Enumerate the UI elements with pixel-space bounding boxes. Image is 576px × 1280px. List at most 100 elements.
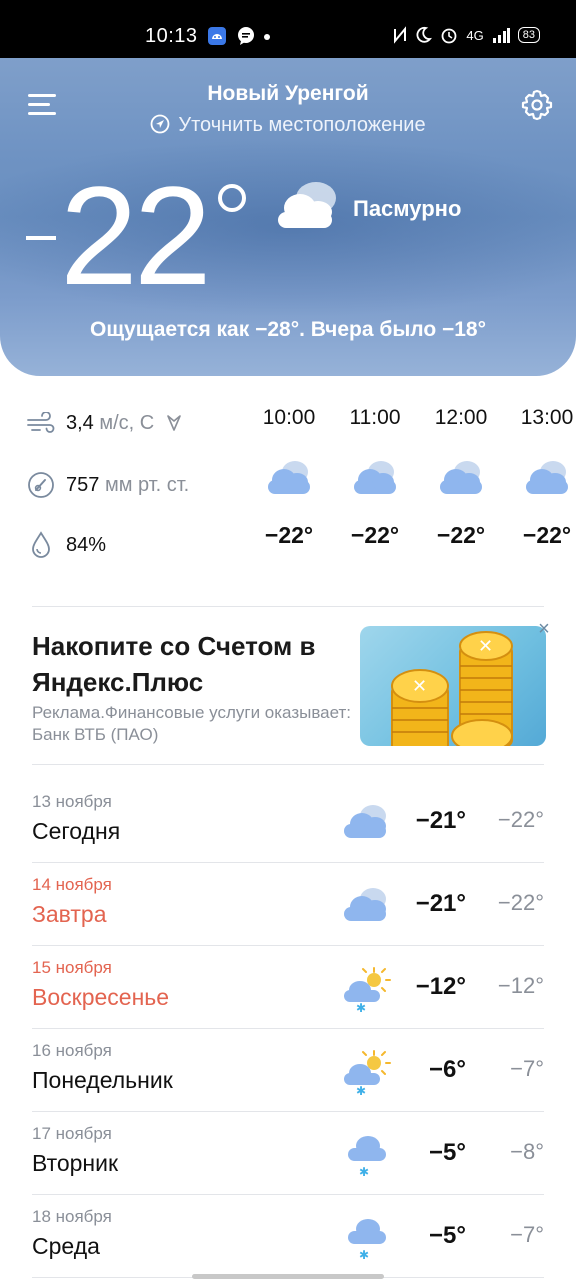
battery-indicator: 83 xyxy=(517,27,540,43)
day-date: 13 ноября xyxy=(32,792,112,811)
humidity-row: 84% xyxy=(24,528,106,562)
network-type: 4G xyxy=(466,27,484,43)
notification-dot-icon xyxy=(264,34,270,40)
day-high-temp: −5° xyxy=(429,1222,466,1249)
weather-details: 3,4 м/с, С 757 мм рт. ст. 84% 10:00 −22° xyxy=(0,376,576,606)
day-low-temp: −7° xyxy=(510,1222,544,1247)
hour-item: 11:00 −22° xyxy=(331,406,419,549)
status-time: 10:13 xyxy=(145,25,198,47)
status-bar: 10:13 4G 83 xyxy=(0,0,576,58)
divider xyxy=(32,606,544,607)
svg-text:✱: ✱ xyxy=(359,1165,369,1178)
day-high-temp: −21° xyxy=(415,807,466,834)
svg-text:✱: ✱ xyxy=(356,1001,366,1012)
message-icon xyxy=(238,27,254,45)
svg-text:✱: ✱ xyxy=(359,1248,369,1261)
humidity-value: 84% xyxy=(66,533,107,556)
temperature-minus-sign xyxy=(26,236,56,240)
pressure-gauge-icon xyxy=(28,472,54,498)
svg-text:✱: ✱ xyxy=(356,1084,366,1095)
pressure-row: 757 мм рт. ст. xyxy=(24,468,189,502)
refine-location-label: Уточнить местоположение xyxy=(178,114,426,136)
cloud-icon xyxy=(344,805,386,838)
sun-cloud-snow-icon: ✱ xyxy=(344,967,391,1012)
ad-disclaimer: Реклама.Финансовые услуги оказывает: Бан… xyxy=(32,703,352,744)
nfc-icon xyxy=(394,26,407,44)
wind-value: 3,4 xyxy=(66,411,94,434)
overcast-cloud-icon xyxy=(278,182,336,228)
moon-icon xyxy=(416,26,433,43)
ad-title[interactable]: Накопите со Счетом в Яндекс.Плюс xyxy=(32,628,352,700)
day-name: Воскресенье xyxy=(32,984,170,1010)
hour-temperature: −22° xyxy=(264,522,314,548)
hour-time: 12:00 xyxy=(434,406,488,429)
hour-time: 13:00 xyxy=(520,406,574,429)
home-indicator[interactable] xyxy=(192,1274,384,1279)
cloud-snow-icon: ✱ xyxy=(348,1219,386,1261)
humidity-drop-icon xyxy=(32,531,50,558)
day-high-temp: −5° xyxy=(429,1139,466,1166)
day-high-temp: −6° xyxy=(429,1056,466,1083)
hour-time: 11:00 xyxy=(349,406,401,429)
hour-item: 10:00 −22° xyxy=(245,406,333,549)
day-date: 15 ноября xyxy=(32,958,112,977)
day-low-temp: −8° xyxy=(510,1139,544,1164)
location-arrow-icon xyxy=(151,114,170,134)
hour-item: 13:00 −22° xyxy=(503,406,576,549)
day-low-temp: −22° xyxy=(497,890,544,915)
cloud-icon xyxy=(354,461,396,494)
hour-time: 10:00 xyxy=(262,406,316,429)
forecast-day-row[interactable]: 17 ноября Вторник ✱ −5° −8° xyxy=(32,1112,544,1195)
day-low-temp: −7° xyxy=(510,1056,544,1081)
cloud-icon xyxy=(526,461,568,494)
hour-temperature: −22° xyxy=(522,522,572,548)
condition-label: Пасмурно xyxy=(353,196,462,221)
day-name: Среда xyxy=(32,1233,100,1259)
current-temperature: 22 xyxy=(60,157,212,314)
advertisement-banner[interactable]: Накопите со Счетом в Яндекс.Плюс Реклама… xyxy=(32,619,550,750)
day-name: Понедельник xyxy=(32,1067,173,1093)
degree-symbol xyxy=(218,184,246,212)
hour-item: 12:00 −22° xyxy=(417,406,505,549)
wind-direction-icon xyxy=(167,415,182,431)
cloud-snow-icon: ✱ xyxy=(348,1136,386,1178)
day-name: Завтра xyxy=(32,901,107,927)
hour-temperature: −22° xyxy=(436,522,486,548)
divider xyxy=(32,764,544,765)
forecast-day-row[interactable]: 13 ноября Сегодня −21° −22° xyxy=(32,780,544,863)
day-high-temp: −12° xyxy=(415,973,466,1000)
day-high-temp: −21° xyxy=(415,890,466,917)
daily-forecast-list: 13 ноября Сегодня −21° −22° 14 ноября За… xyxy=(32,780,544,1278)
day-date: 16 ноября xyxy=(32,1041,112,1060)
signal-icon xyxy=(492,28,510,43)
android-app-icon xyxy=(208,27,226,45)
refine-location-link[interactable]: Уточнить местоположение xyxy=(0,114,576,137)
forecast-day-row[interactable]: 16 ноября Понедельник ✱ −6° −7° xyxy=(32,1029,544,1112)
svg-text:✕: ✕ xyxy=(478,636,493,657)
forecast-day-row[interactable]: 18 ноября Среда ✱ −5° −7° xyxy=(32,1195,544,1278)
svg-text:✕: ✕ xyxy=(412,676,427,697)
day-low-temp: −22° xyxy=(497,807,544,832)
day-low-temp: −12° xyxy=(497,973,544,998)
day-date: 17 ноября xyxy=(32,1124,112,1143)
forecast-day-row[interactable]: 15 ноября Воскресенье ✱ −12° −12° xyxy=(32,946,544,1029)
day-date: 14 ноября xyxy=(32,875,112,894)
day-name: Сегодня xyxy=(32,818,121,844)
gold-coins-image: ✕ ✕ xyxy=(391,631,513,746)
ad-image[interactable]: ✕ ✕ xyxy=(360,626,546,746)
ad-close-button[interactable]: × xyxy=(534,619,554,640)
forecast-day-row[interactable]: 14 ноября Завтра −21° −22° xyxy=(32,863,544,946)
day-date: 18 ноября xyxy=(32,1207,112,1226)
cloud-icon xyxy=(268,461,310,494)
city-name[interactable]: Новый Уренгой xyxy=(0,82,576,106)
day-name: Вторник xyxy=(32,1150,119,1176)
cloud-icon xyxy=(344,888,386,921)
alarm-icon xyxy=(442,28,457,44)
pressure-unit: мм рт. ст. xyxy=(104,473,190,496)
pressure-value: 757 xyxy=(66,473,100,496)
cloud-icon xyxy=(440,461,482,494)
wind-row: 3,4 м/с, С xyxy=(24,406,182,440)
current-weather-card: Новый Уренгой Уточнить местоположение 22… xyxy=(0,58,576,376)
wind-icon xyxy=(27,412,55,433)
wind-unit: м/с, С xyxy=(99,411,155,434)
